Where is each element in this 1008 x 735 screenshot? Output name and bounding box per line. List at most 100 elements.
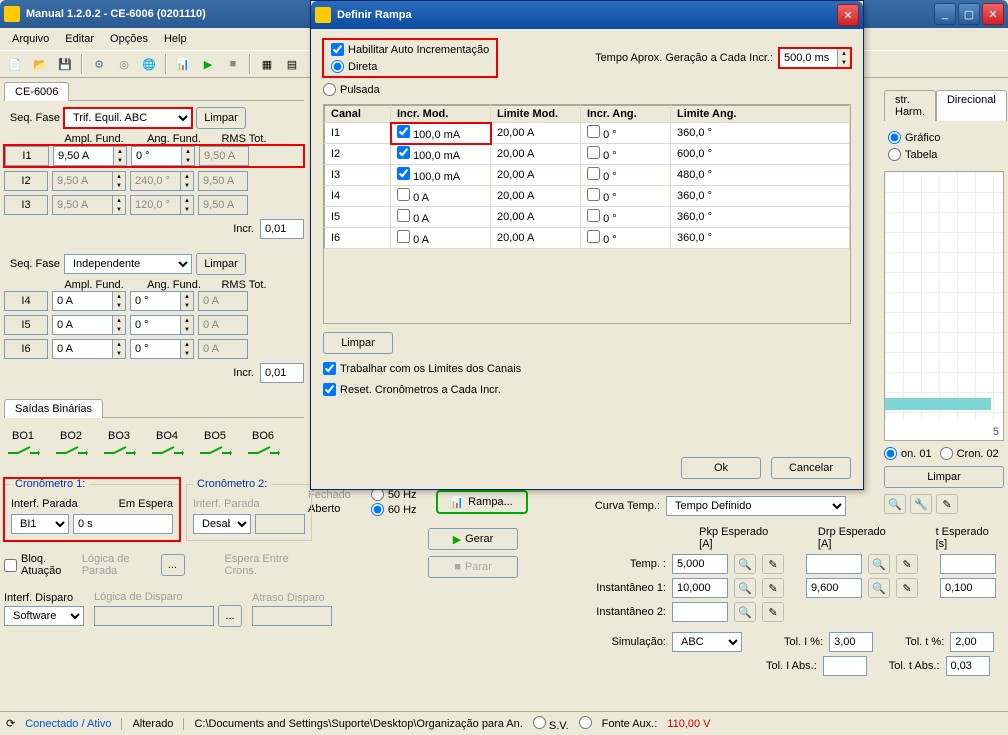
sim-select[interactable]: ABC [672, 632, 742, 652]
open-icon[interactable]: 📂 [29, 53, 51, 75]
parar-button[interactable]: ■Parar [428, 556, 518, 578]
switch-open-icon[interactable] [198, 444, 232, 462]
tol-t-abs-input[interactable] [946, 656, 990, 676]
reset-checkbox[interactable] [323, 383, 336, 396]
gerar-button[interactable]: ▶Gerar [428, 528, 518, 550]
desab-select[interactable]: Desab. [193, 514, 251, 534]
60hz-radio[interactable] [371, 503, 384, 516]
channel-i4-button[interactable]: I4 [4, 291, 48, 311]
logica-parada-button[interactable]: ... [161, 554, 185, 576]
spin-down[interactable]: ▼ [114, 156, 126, 165]
incang-checkbox[interactable] [587, 167, 600, 180]
sv-radio[interactable] [533, 716, 546, 729]
switch-open-icon[interactable] [150, 444, 184, 462]
incang-checkbox[interactable] [587, 230, 600, 243]
software-select[interactable]: Software [4, 606, 84, 626]
channel-i3-button[interactable]: I3 [4, 195, 48, 215]
switch-open-icon[interactable] [102, 444, 136, 462]
bi1-select[interactable]: BI1 [11, 514, 69, 534]
incang-checkbox[interactable] [587, 125, 600, 138]
rampa-button[interactable]: 📊Rampa... [437, 491, 527, 513]
i6-ang-input[interactable] [130, 339, 180, 359]
spin-up[interactable]: ▲ [114, 147, 126, 156]
tab-harm[interactable]: str. Harm. [884, 90, 936, 121]
incr2-input[interactable] [260, 363, 304, 383]
tabela-radio[interactable] [888, 148, 901, 161]
grafico-radio[interactable] [888, 131, 901, 144]
logica-disparo-button[interactable]: ... [218, 605, 242, 627]
cancelar-button[interactable]: Cancelar [771, 457, 851, 479]
i6-ampl-input[interactable] [52, 339, 112, 359]
incmod-checkbox[interactable] [397, 188, 410, 201]
device-icon[interactable]: ⚙ [88, 53, 110, 75]
db-icon[interactable]: ◎ [113, 53, 135, 75]
trabalhar-checkbox[interactable] [323, 362, 336, 375]
dialog-close-button[interactable]: ✕ [837, 4, 859, 26]
seq-fase1-select[interactable]: Trif. Equil. ABC [64, 108, 192, 128]
cron1-time-input[interactable] [73, 514, 173, 534]
inst1-input[interactable] [672, 578, 728, 598]
tesp-inst1-input[interactable] [940, 578, 996, 598]
ok-button[interactable]: Ok [681, 457, 761, 479]
play-icon[interactable]: ▶ [197, 53, 219, 75]
drp-inst1-input[interactable] [806, 578, 862, 598]
modal-limpar-button[interactable]: Limpar [323, 332, 393, 354]
switch-open-icon[interactable] [54, 444, 88, 462]
refresh-icon[interactable]: ⟳ [6, 717, 15, 730]
tab-direc[interactable]: Direcional [936, 90, 1007, 121]
incang-checkbox[interactable] [587, 146, 600, 159]
channel-i6-button[interactable]: I6 [4, 339, 48, 359]
i5-ampl-input[interactable] [52, 315, 112, 335]
switch-open-icon[interactable] [246, 444, 280, 462]
seq-fase2-select[interactable]: Independente [64, 254, 192, 274]
cron02-radio[interactable] [940, 447, 953, 460]
incmod-checkbox[interactable] [397, 146, 410, 159]
i5-ang-input[interactable] [130, 315, 180, 335]
brush-icon[interactable]: ✎ [762, 554, 784, 574]
incmod-checkbox[interactable] [397, 230, 410, 243]
cron01-radio[interactable] [884, 447, 897, 460]
tab-saidas[interactable]: Saídas Binárias [4, 399, 103, 418]
chart-icon[interactable]: 📊 [172, 53, 194, 75]
save-icon[interactable]: 💾 [54, 53, 76, 75]
menu-opcoes[interactable]: Opções [102, 31, 156, 47]
tol-i-input[interactable] [829, 632, 873, 652]
limpar2-button[interactable]: Limpar [196, 253, 246, 275]
stack-icon[interactable]: ▤ [281, 53, 303, 75]
temp-input[interactable] [672, 554, 728, 574]
curva-temp-select[interactable]: Tempo Definido [666, 496, 846, 516]
stop-icon[interactable]: ■ [222, 53, 244, 75]
limpar1-button[interactable]: Limpar [196, 107, 246, 129]
habilitar-checkbox[interactable] [331, 43, 344, 56]
minimize-button[interactable]: _ [934, 3, 956, 25]
lens-icon[interactable]: 🔍 [734, 554, 756, 574]
i4-ampl-input[interactable] [52, 291, 112, 311]
menu-arquivo[interactable]: Arquivo [4, 31, 57, 47]
incmod-checkbox[interactable] [397, 209, 410, 222]
window-icon[interactable]: ▦ [256, 53, 278, 75]
incr1-input[interactable] [260, 219, 304, 239]
channel-i2-button[interactable]: I2 [4, 171, 48, 191]
incang-checkbox[interactable] [587, 188, 600, 201]
switch-open-icon[interactable] [6, 444, 40, 462]
inst2-input[interactable] [672, 602, 728, 622]
direta-radio[interactable] [331, 60, 344, 73]
close-button[interactable]: ✕ [982, 3, 1004, 25]
i4-ang-input[interactable] [130, 291, 180, 311]
i1-ang-input[interactable] [131, 146, 181, 166]
pulsada-radio[interactable] [323, 83, 336, 96]
menu-editar[interactable]: Editar [57, 31, 102, 47]
maximize-button[interactable]: ▢ [958, 3, 980, 25]
tab-ce6006[interactable]: CE-6006 [4, 82, 69, 101]
tesp-temp-input[interactable] [940, 554, 996, 574]
incmod-checkbox[interactable] [397, 167, 410, 180]
incang-checkbox[interactable] [587, 209, 600, 222]
tol-i-abs-input[interactable] [823, 656, 867, 676]
drp-temp-input[interactable] [806, 554, 862, 574]
incmod-checkbox[interactable] [397, 125, 410, 138]
sv-radio2[interactable] [579, 716, 592, 729]
channel-i5-button[interactable]: I5 [4, 315, 48, 335]
tol-t-input[interactable] [950, 632, 994, 652]
new-icon[interactable]: 📄 [4, 53, 26, 75]
channel-i1-button[interactable]: I1 [5, 146, 49, 166]
